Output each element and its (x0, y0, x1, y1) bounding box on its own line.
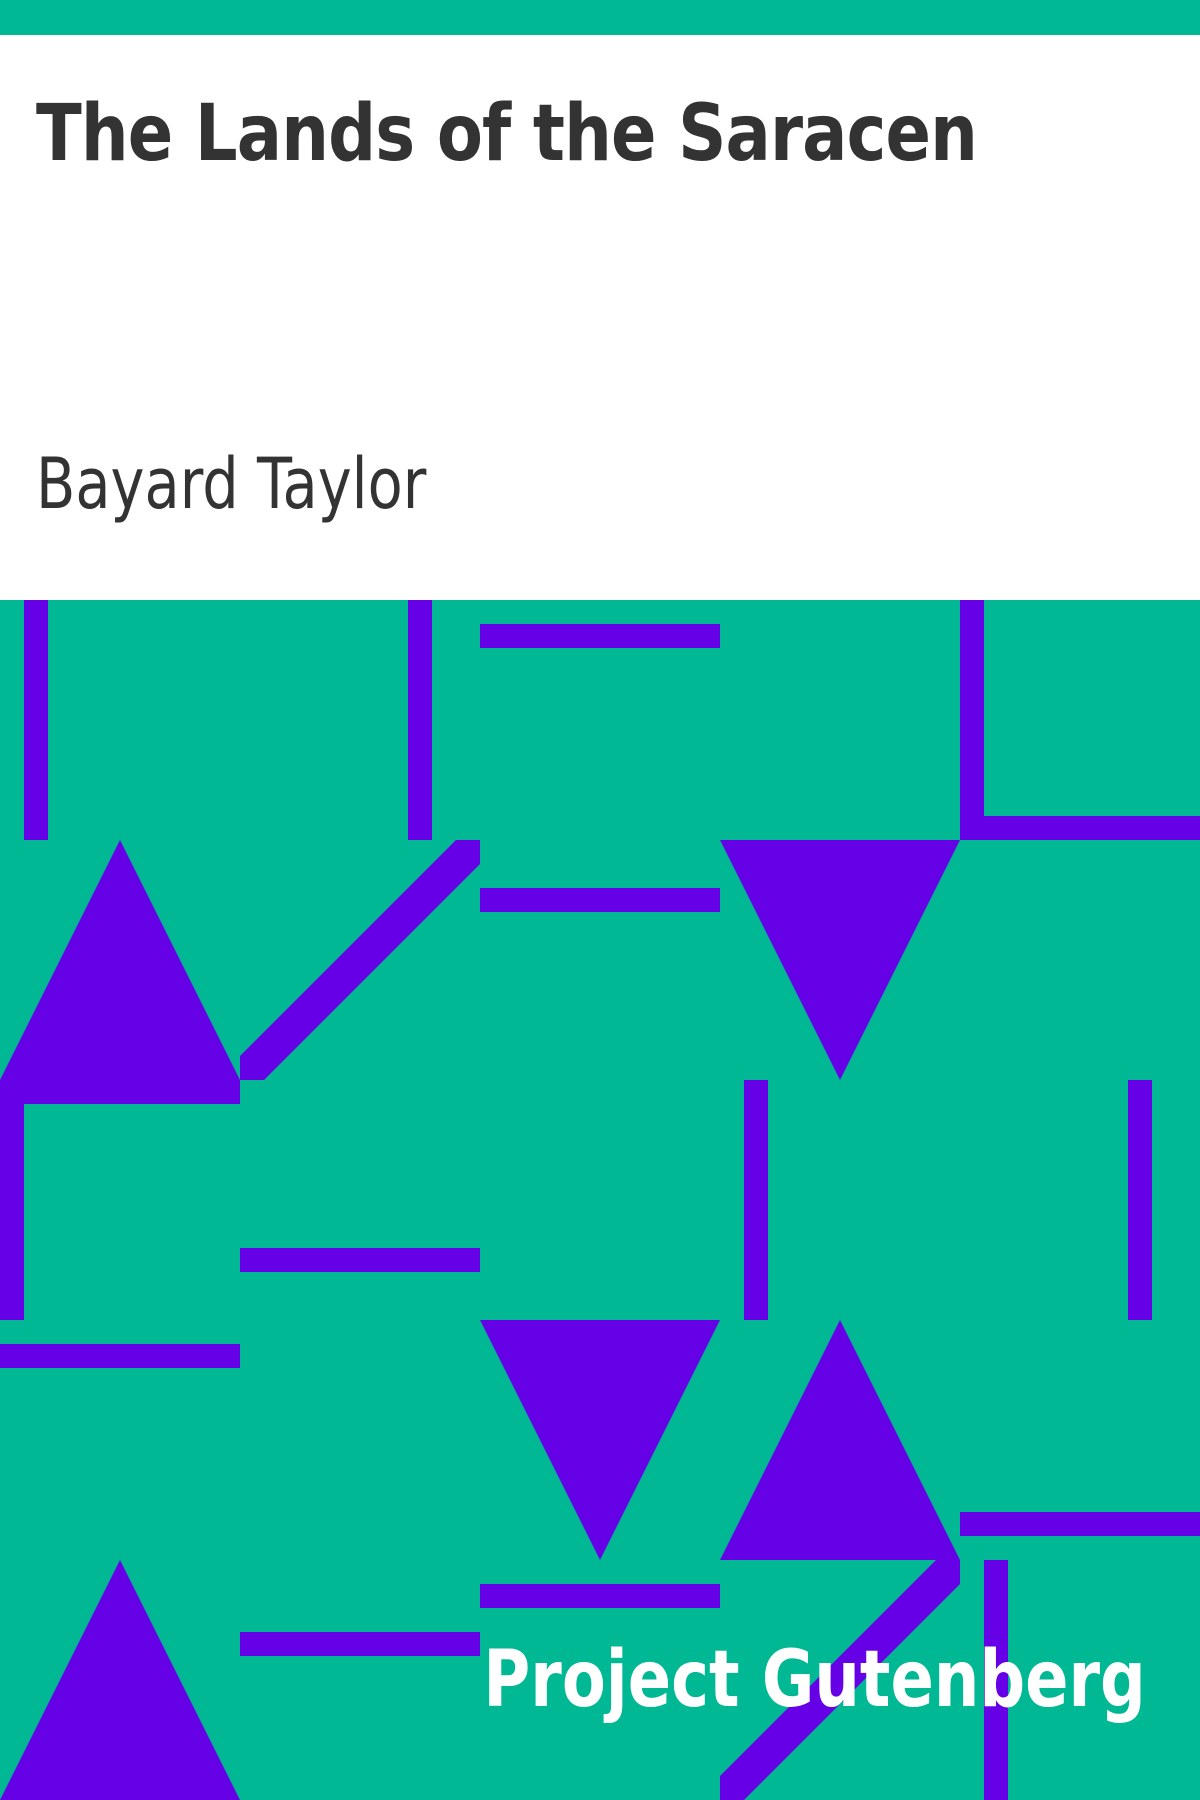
publisher-name: Project Gutenberg (483, 1635, 1146, 1725)
pattern-bar (1128, 1080, 1152, 1320)
pattern-bar (744, 1080, 768, 1320)
book-title: The Lands of the Saracen (36, 89, 978, 179)
pattern-bar (960, 600, 984, 840)
pattern-bar (240, 1248, 480, 1272)
cover-pattern (0, 600, 1200, 1800)
pattern-bar (0, 1080, 240, 1104)
pattern-bar (960, 816, 1200, 840)
pattern-bar (480, 624, 720, 648)
pattern-bar (0, 1104, 24, 1320)
pattern-bar (0, 1344, 240, 1368)
book-author: Bayard Taylor (36, 443, 427, 525)
pattern-bar (960, 1512, 1200, 1536)
book-cover: The Lands of the Saracen Bayard Taylor P… (0, 0, 1200, 1800)
top-color-band (0, 0, 1200, 35)
pattern-bar (480, 888, 720, 912)
pattern-bar (480, 1584, 720, 1608)
pattern-bar (408, 600, 432, 840)
pattern-bar (24, 600, 48, 840)
pattern-background (0, 600, 1200, 1800)
pattern-bar (240, 1632, 480, 1656)
